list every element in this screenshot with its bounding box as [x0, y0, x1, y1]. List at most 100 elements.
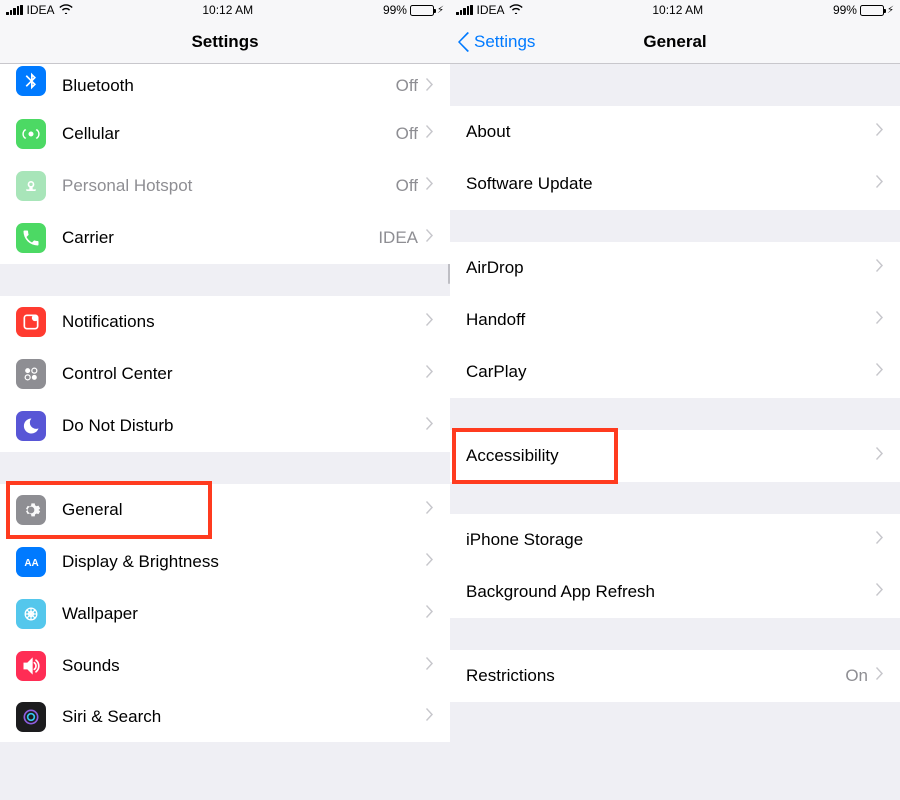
- chevron-right-icon: [426, 229, 434, 247]
- chevron-right-icon: [426, 605, 434, 623]
- row-label: Display & Brightness: [62, 552, 426, 572]
- row-detail: Off: [396, 124, 418, 144]
- wallpaper-icon: [16, 599, 46, 629]
- row-carrier[interactable]: Carrier IDEA: [0, 212, 450, 264]
- gear-icon: [16, 495, 46, 525]
- row-label: Accessibility: [466, 446, 876, 466]
- row-iphone-storage[interactable]: iPhone Storage: [450, 514, 900, 566]
- status-bar: IDEA 10:12 AM 99% ⚡︎: [0, 0, 450, 20]
- charging-icon: ⚡︎: [887, 5, 894, 16]
- wifi-icon: [509, 3, 523, 17]
- row-general[interactable]: General: [0, 484, 450, 536]
- row-label: Cellular: [62, 124, 396, 144]
- row-airdrop[interactable]: AirDrop: [450, 242, 900, 294]
- row-accessibility[interactable]: Accessibility: [450, 430, 900, 482]
- row-bluetooth[interactable]: Bluetooth Off: [0, 64, 450, 108]
- nav-bar: Settings: [0, 20, 450, 64]
- row-notifications[interactable]: Notifications: [0, 296, 450, 348]
- row-label: AirDrop: [466, 258, 876, 278]
- settings-screen: IDEA 10:12 AM 99% ⚡︎ Settings Bluetooth …: [0, 0, 450, 800]
- chevron-right-icon: [426, 657, 434, 675]
- moon-icon: [16, 411, 46, 441]
- chevron-right-icon: [426, 365, 434, 383]
- row-label: Notifications: [62, 312, 426, 332]
- wifi-icon: [59, 3, 73, 17]
- battery-icon: [860, 5, 884, 16]
- clock: 10:12 AM: [202, 3, 253, 17]
- chevron-right-icon: [426, 125, 434, 143]
- display-icon: AA: [16, 547, 46, 577]
- row-display[interactable]: AA Display & Brightness: [0, 536, 450, 588]
- nav-bar: Settings General: [450, 20, 900, 64]
- chevron-right-icon: [876, 583, 884, 601]
- control-center-icon: [16, 359, 46, 389]
- general-list[interactable]: About Software Update AirDrop Handoff Ca…: [450, 64, 900, 800]
- row-detail: Off: [396, 76, 418, 96]
- battery-pct: 99%: [383, 3, 407, 17]
- back-label: Settings: [474, 32, 535, 52]
- cellular-icon: [16, 119, 46, 149]
- row-control-center[interactable]: Control Center: [0, 348, 450, 400]
- row-handoff[interactable]: Handoff: [450, 294, 900, 346]
- status-bar: IDEA 10:12 AM 99% ⚡︎: [450, 0, 900, 20]
- settings-list[interactable]: Bluetooth Off Cellular Off Personal Hots…: [0, 64, 450, 800]
- page-title: Settings: [191, 32, 258, 52]
- chevron-right-icon: [876, 531, 884, 549]
- chevron-right-icon: [876, 175, 884, 193]
- row-about[interactable]: About: [450, 106, 900, 158]
- row-restrictions[interactable]: Restrictions On: [450, 650, 900, 702]
- row-label: CarPlay: [466, 362, 876, 382]
- row-sounds[interactable]: Sounds: [0, 640, 450, 692]
- row-label: Carrier: [62, 228, 378, 248]
- row-label: Wallpaper: [62, 604, 426, 624]
- battery-icon: [410, 5, 434, 16]
- row-detail: IDEA: [378, 228, 418, 248]
- chevron-right-icon: [876, 311, 884, 329]
- row-label: Personal Hotspot: [62, 176, 396, 196]
- row-detail: On: [845, 666, 868, 686]
- sounds-icon: [16, 651, 46, 681]
- back-button[interactable]: Settings: [458, 32, 535, 52]
- row-cellular[interactable]: Cellular Off: [0, 108, 450, 160]
- row-hotspot[interactable]: Personal Hotspot Off: [0, 160, 450, 212]
- chevron-right-icon: [426, 417, 434, 435]
- row-label: Software Update: [466, 174, 876, 194]
- row-software-update[interactable]: Software Update: [450, 158, 900, 210]
- chevron-right-icon: [876, 447, 884, 465]
- row-siri[interactable]: Siri & Search: [0, 692, 450, 742]
- row-label: Bluetooth: [62, 76, 396, 96]
- row-label: Do Not Disturb: [62, 416, 426, 436]
- chevron-right-icon: [426, 313, 434, 331]
- chevron-right-icon: [426, 708, 434, 726]
- row-background-refresh[interactable]: Background App Refresh: [450, 566, 900, 618]
- chevron-right-icon: [876, 363, 884, 381]
- chevron-right-icon: [876, 259, 884, 277]
- general-screen: IDEA 10:12 AM 99% ⚡︎ Settings General Ab…: [450, 0, 900, 800]
- cellular-signal-icon: [456, 5, 473, 15]
- row-label: Background App Refresh: [466, 582, 876, 602]
- chevron-right-icon: [426, 553, 434, 571]
- row-detail: Off: [396, 176, 418, 196]
- chevron-right-icon: [426, 177, 434, 195]
- battery-pct: 99%: [833, 3, 857, 17]
- page-title: General: [643, 32, 706, 52]
- chevron-right-icon: [876, 667, 884, 685]
- row-label: Sounds: [62, 656, 426, 676]
- cellular-signal-icon: [6, 5, 23, 15]
- row-label: Control Center: [62, 364, 426, 384]
- row-carplay[interactable]: CarPlay: [450, 346, 900, 398]
- charging-icon: ⚡︎: [437, 5, 444, 16]
- row-dnd[interactable]: Do Not Disturb: [0, 400, 450, 452]
- row-label: Siri & Search: [62, 707, 426, 727]
- row-label: General: [62, 500, 426, 520]
- carrier-label: IDEA: [477, 3, 505, 17]
- chevron-right-icon: [876, 123, 884, 141]
- row-wallpaper[interactable]: Wallpaper: [0, 588, 450, 640]
- clock: 10:12 AM: [652, 3, 703, 17]
- notifications-icon: [16, 307, 46, 337]
- row-label: About: [466, 122, 876, 142]
- row-label: Handoff: [466, 310, 876, 330]
- svg-text:AA: AA: [24, 558, 38, 569]
- carrier-label: IDEA: [27, 3, 55, 17]
- siri-icon: [16, 702, 46, 732]
